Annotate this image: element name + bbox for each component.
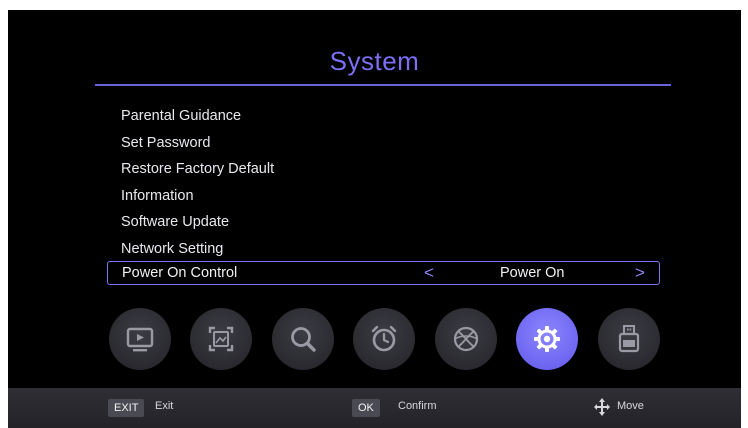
search-icon	[291, 327, 316, 352]
menu-item-restore-factory-default[interactable]: Restore Factory Default	[121, 156, 274, 183]
tv-icon	[126, 327, 154, 352]
picture-icon	[208, 326, 234, 352]
gear-icon	[534, 326, 560, 352]
menu-item-network-setting[interactable]: Network Setting	[121, 236, 274, 263]
ok-key[interactable]: OK	[352, 399, 380, 417]
move-label: Move	[617, 400, 644, 412]
menu-item-set-password[interactable]: Set Password	[121, 130, 274, 157]
page-title: System	[329, 46, 420, 76]
exit-key[interactable]: EXIT	[108, 399, 145, 417]
menu-item-power-on-control[interactable]: Power On Control < Power On >	[107, 261, 660, 285]
footer-bar: EXIT Exit OK Confirm Move	[8, 388, 741, 428]
menu-item-information[interactable]: Information	[121, 183, 274, 210]
title-divider	[95, 84, 671, 86]
power-on-control-label: Power On Control	[122, 265, 238, 281]
usb-icon	[618, 325, 640, 353]
menu-item-parental-guidance[interactable]: Parental Guidance	[121, 103, 274, 130]
system-category-button[interactable]	[516, 308, 578, 370]
usb-category-button[interactable]	[598, 308, 660, 370]
move-arrows-icon	[593, 397, 611, 422]
globe-icon	[453, 326, 479, 352]
tv-screen: System Parental Guidance Set Password Re…	[8, 10, 741, 428]
search-category-button[interactable]	[272, 308, 334, 370]
settings-menu: Parental Guidance Set Password Restore F…	[121, 103, 274, 262]
network-category-button[interactable]	[435, 308, 497, 370]
menu-item-software-update[interactable]: Software Update	[121, 209, 274, 236]
picture-category-button[interactable]	[190, 308, 252, 370]
confirm-label: Confirm	[398, 400, 437, 412]
alarm-clock-icon	[371, 325, 397, 352]
power-on-value: Power On	[500, 265, 565, 281]
tv-category-button[interactable]	[109, 308, 171, 370]
previous-option-arrow[interactable]: <	[424, 263, 434, 283]
next-option-arrow[interactable]: >	[635, 263, 645, 283]
exit-label: Exit	[155, 400, 174, 412]
timer-category-button[interactable]	[353, 308, 415, 370]
category-icon-bar	[8, 308, 741, 374]
